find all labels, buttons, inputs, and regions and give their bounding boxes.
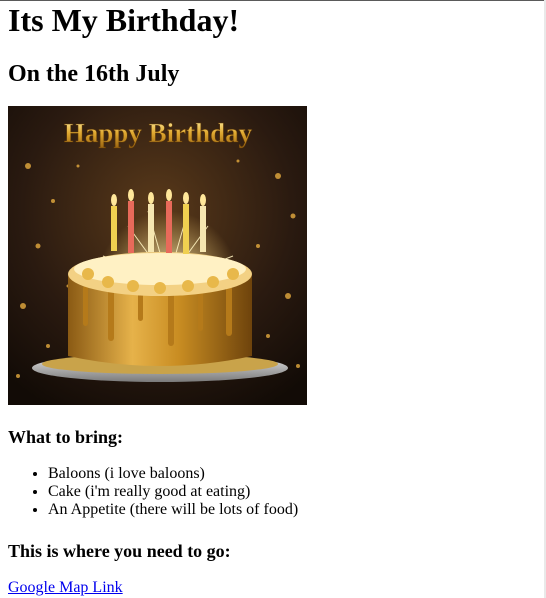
top-border xyxy=(0,0,546,1)
directions-heading: This is where you need to go: xyxy=(8,541,231,561)
page-subtitle: On the 16th July xyxy=(8,61,180,87)
birthday-cake-image: Happy Birthday xyxy=(8,106,307,405)
bring-heading: What to bring: xyxy=(8,427,124,447)
list-item: Cake (i'm really good at eating) xyxy=(48,483,298,501)
list-item: An Appetite (there will be lots of food) xyxy=(48,501,298,519)
google-map-link[interactable]: Google Map Link xyxy=(8,579,123,597)
bring-list: Baloons (i love baloons) Cake (i'm reall… xyxy=(8,465,298,519)
list-item: Baloons (i love baloons) xyxy=(48,465,298,483)
image-banner-text: Happy Birthday xyxy=(64,118,253,148)
page-title: Its My Birthday! xyxy=(8,2,240,38)
